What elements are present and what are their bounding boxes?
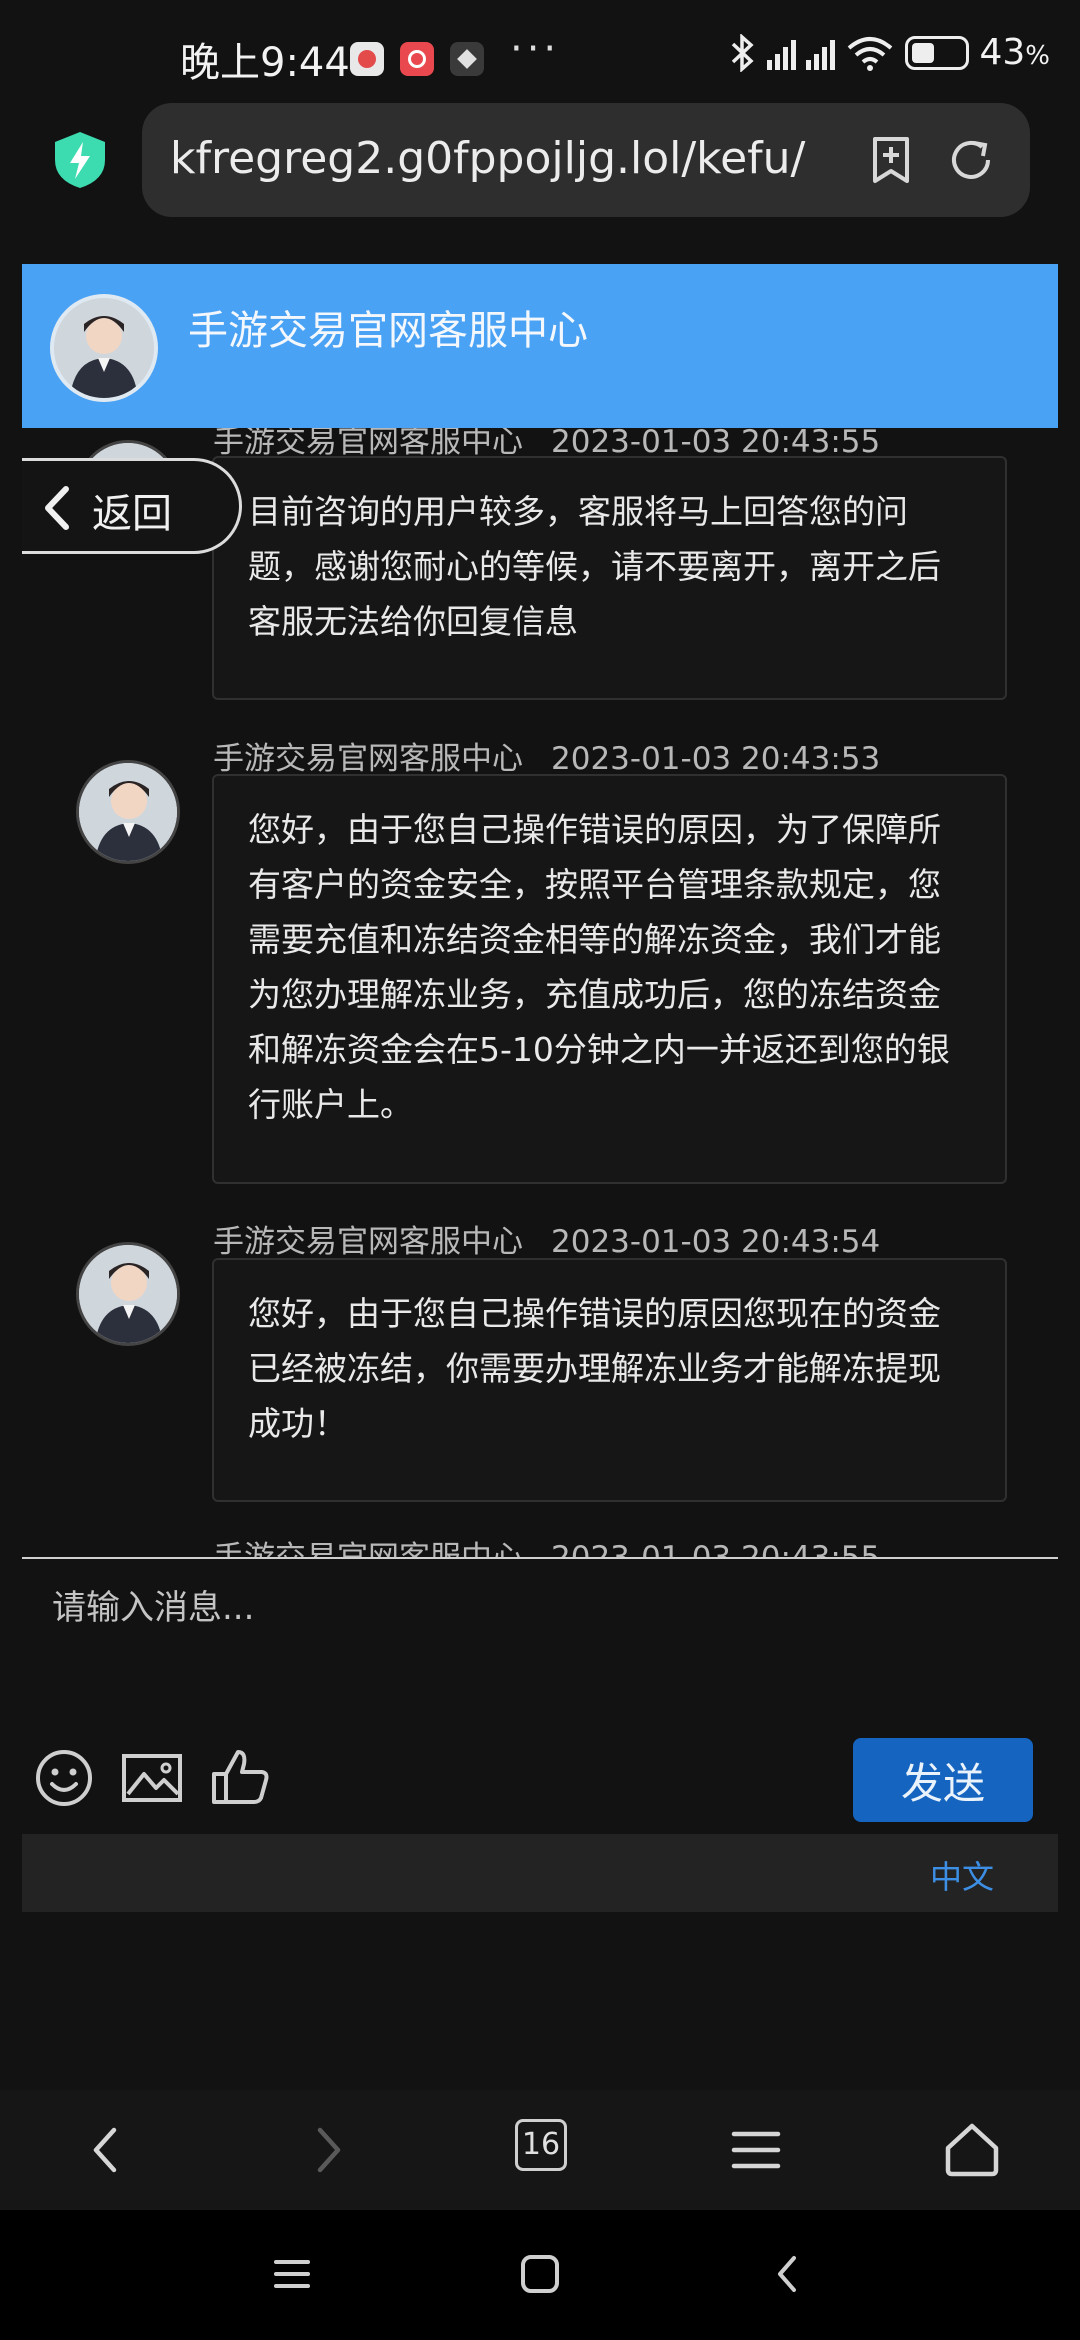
home-icon[interactable]: [940, 2118, 1004, 2182]
system-back-icon[interactable]: [766, 2252, 810, 2296]
chevron-left-icon: [45, 486, 69, 530]
message-bubble: 目前咨询的用户较多，客服将马上回答您的问题，感谢您耐心的等候，请不要离开，离开之…: [212, 456, 1007, 700]
bluetooth-icon: [732, 33, 755, 72]
back-nav-icon[interactable]: [74, 2118, 138, 2182]
message-list[interactable]: 手游交易官网客服中心 2023-01-03 20:43:55 目前咨询的用户较多，…: [0, 428, 1080, 1558]
shield-bolt-icon[interactable]: [52, 130, 108, 190]
signal-icon-1: [767, 36, 797, 70]
message-sender: 手游交易官网客服中心: [213, 1224, 523, 1260]
bookmark-add-icon[interactable]: [864, 133, 918, 187]
notification-app-icon-2: [400, 42, 434, 76]
emoji-icon[interactable]: [32, 1746, 96, 1810]
status-indicators: 43%: [727, 32, 1050, 73]
wifi-icon: [848, 36, 893, 71]
battery-icon: [905, 35, 970, 70]
thumbs-up-icon[interactable]: [208, 1746, 272, 1810]
battery-level: 43%: [979, 32, 1050, 73]
back-button[interactable]: 返回: [22, 458, 242, 554]
message-sender: 手游交易官网客服中心: [213, 1540, 523, 1558]
message-bubble: 您好，由于您自己操作错误的原因，为了保障所有客户的资金安全，按照平台管理条款规定…: [212, 774, 1007, 1184]
url-bar[interactable]: kfregreg2.g0fppojljg.lol/kefu/: [142, 103, 1030, 217]
message-meta: 手游交易官网客服中心 2023-01-03 20:43:55: [213, 1532, 880, 1558]
message-bubble: 您好，由于您自己操作错误的原因您现在的资金已经被冻结，你需要办理解冻业务才能解冻…: [212, 1258, 1007, 1502]
message-time: 2023-01-03 20:43:54: [551, 1224, 881, 1260]
message-time: 2023-01-03 20:43:53: [551, 741, 881, 777]
message-meta: 手游交易官网客服中心 2023-01-03 20:43:54: [213, 1216, 880, 1261]
agent-avatar: [50, 294, 158, 402]
notification-app-icon-1: [350, 42, 384, 76]
message-meta: 手游交易官网客服中心 2023-01-03 20:43:53: [213, 733, 880, 778]
send-button[interactable]: 发送: [853, 1738, 1033, 1822]
message-input[interactable]: [22, 1566, 1058, 1696]
status-bar: 晚上9:44 ··· 43%: [0, 0, 1080, 100]
forward-nav-icon[interactable]: [296, 2118, 360, 2182]
image-icon[interactable]: [120, 1746, 184, 1810]
tabs-button[interactable]: 16: [515, 2119, 567, 2171]
notification-app-icon-3: [450, 42, 484, 76]
recent-apps-icon[interactable]: [270, 2252, 314, 2296]
message-time: 2023-01-03 20:43:55: [551, 1540, 881, 1558]
status-time: 晚上9:44: [180, 40, 350, 86]
input-divider: [22, 1557, 1058, 1559]
url-text[interactable]: kfregreg2.g0fppojljg.lol/kefu/: [170, 133, 810, 184]
more-notifications-icon: ···: [510, 26, 561, 72]
back-label: 返回: [92, 491, 172, 537]
chat-header: 手游交易官网客服中心: [22, 264, 1058, 428]
language-switch[interactable]: 中文: [930, 1852, 994, 1898]
agent-avatar: [76, 760, 180, 864]
language-bar: 中文: [22, 1834, 1058, 1912]
refresh-icon[interactable]: [944, 133, 998, 187]
chat-title: 手游交易官网客服中心: [188, 308, 588, 354]
message-sender: 手游交易官网客服中心: [213, 741, 523, 777]
system-nav-bar: [0, 2210, 1080, 2340]
signal-icon-2: [806, 36, 836, 70]
agent-avatar: [76, 1242, 180, 1346]
home-button-icon[interactable]: [518, 2252, 562, 2296]
menu-icon[interactable]: [724, 2118, 788, 2182]
